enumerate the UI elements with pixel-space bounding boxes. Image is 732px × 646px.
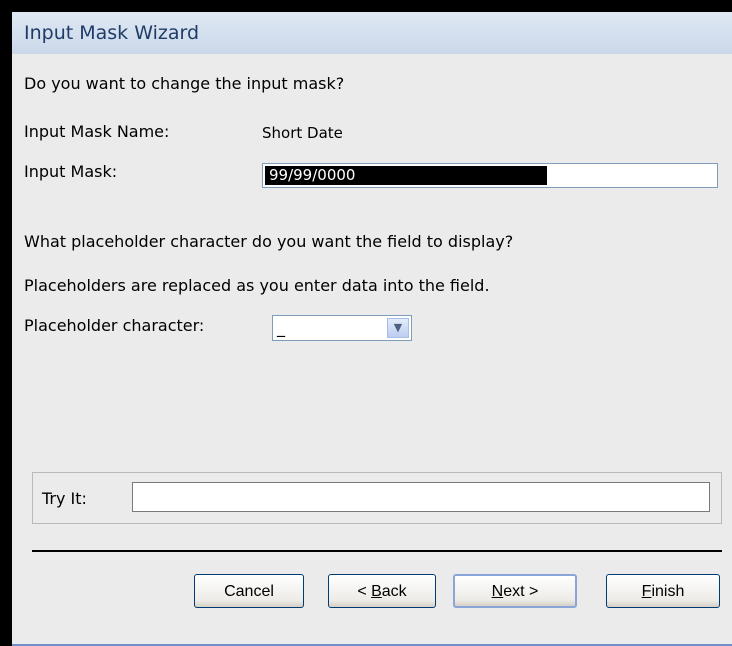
finish-button[interactable]: Finish [606,574,720,608]
back-button-hotkey: B [371,582,382,600]
next-button[interactable]: Next > [453,574,577,608]
input-mask-wizard-dialog: Input Mask Wizard Do you want to change … [12,12,732,646]
placeholder-character-value: _ [277,318,285,337]
try-it-label: Try It: [42,489,87,508]
input-mask-label: Input Mask: [24,162,118,181]
input-mask-value: 99/99/0000 [269,166,356,184]
input-mask-name-value: Short Date [262,124,343,142]
cancel-button[interactable]: Cancel [194,574,304,608]
placeholder-question: What placeholder character do you want t… [24,232,514,251]
try-it-input[interactable] [132,482,710,512]
input-mask-field[interactable]: 99/99/0000 [262,163,718,188]
placeholder-character-label: Placeholder character: [24,316,205,335]
back-button-label: ack [381,582,407,600]
finish-button-label: inish [651,582,685,600]
screenshot-frame: Input Mask Wizard Do you want to change … [0,0,732,646]
chevron-down-icon[interactable]: ▼ [387,318,409,338]
next-button-hotkey: N [491,582,504,600]
finish-button-hotkey: F [641,582,652,600]
input-mask-name-label: Input Mask Name: [24,122,170,141]
back-button[interactable]: < Back [328,574,436,608]
placeholder-character-combobox[interactable]: _ ▼ [272,315,412,341]
title-bar[interactable]: Input Mask Wizard [12,12,732,54]
back-button-prefix: < [357,582,372,600]
placeholder-note: Placeholders are replaced as you enter d… [24,276,490,295]
change-mask-prompt: Do you want to change the input mask? [24,74,345,93]
window-title: Input Mask Wizard [24,22,200,44]
next-button-label: ext > [503,582,539,600]
cancel-button-label: Cancel [224,582,274,600]
button-separator [32,550,722,552]
